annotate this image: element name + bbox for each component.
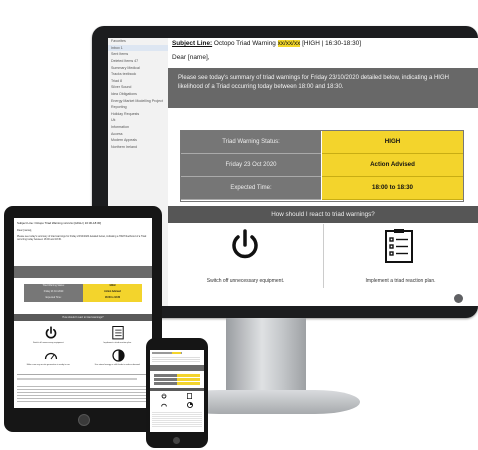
table-row: Expected Time: 18:00 to 18:30	[181, 177, 463, 200]
table-value-placeholder	[177, 382, 200, 385]
subject-date-highlight	[172, 352, 181, 354]
table-label-placeholder	[154, 382, 177, 385]
table-label-placeholder	[154, 378, 177, 381]
sidebar-item[interactable]: Deleted Items 47	[108, 58, 168, 65]
tablet-screen: Subject Line: Octopo Triad Warning xx/xx…	[14, 218, 152, 408]
pie-icon	[187, 402, 193, 408]
email-body: Subject Line: Octopo Triad Warning xx/xx…	[168, 38, 478, 306]
text-block-placeholder	[17, 386, 149, 404]
subject-prefix: Subject Line:	[172, 40, 213, 47]
table-row: Expected Time: 18:00 to 18:30	[24, 296, 142, 302]
checklist-icon	[187, 393, 192, 399]
checklist-icon	[112, 325, 124, 340]
sidebar-item[interactable]: Reporting	[108, 104, 168, 111]
tablet-caption: Use stored energy or shift loads to redu…	[94, 364, 141, 366]
checklist-icon	[384, 228, 414, 276]
sidebar-item[interactable]: Sent Items	[108, 51, 168, 58]
table-label: Triad Warning Status:	[24, 284, 83, 290]
table-value: HIGH	[83, 284, 142, 290]
sidebar-item[interactable]: Access	[108, 130, 168, 137]
subject-date-highlight: xx/xx/xx	[277, 40, 301, 47]
monitor-power-button[interactable]	[454, 294, 463, 303]
power-icon	[228, 228, 262, 276]
sidebar-item[interactable]: Energy Market Modelling Project	[108, 97, 168, 104]
tablet-caption: Make sure any on-site generation is read…	[26, 364, 71, 366]
table-row: Friday 23 Oct 2020 Action Advised	[181, 154, 463, 177]
table-value: 18:00 to 18:30	[83, 296, 142, 302]
sidebar-item[interactable]: Favorites	[108, 38, 168, 45]
phone-text-placeholder	[152, 412, 202, 428]
phone-intro-banner	[150, 365, 204, 371]
table-value: Action Advised	[83, 290, 142, 296]
table-label-placeholder	[154, 374, 177, 377]
sidebar-item[interactable]: Holiday Requests	[108, 111, 168, 118]
tablet-intro-banner	[14, 266, 152, 278]
tablet-subject: Subject Line: Octopo Triad Warning xx/xx…	[17, 221, 102, 225]
sidebar-item[interactable]: Silver Sound	[108, 84, 168, 91]
intro-text: Please see today's summary of triad warn…	[178, 75, 449, 90]
intro-banner: Please see today's summary of triad warn…	[168, 68, 478, 108]
table-label: Friday 23 Oct 2020	[24, 290, 83, 296]
react-heading: How should I react to triad warnings?	[168, 206, 478, 223]
table-value-placeholder	[177, 374, 200, 377]
phone-react-heading-bar	[150, 388, 204, 391]
table-row	[154, 382, 200, 386]
sidebar-item[interactable]: Modern Appeals	[108, 137, 168, 144]
table-row	[154, 378, 200, 382]
phone-home-button[interactable]	[173, 437, 180, 444]
table-value: 18:00 to 18:30	[322, 177, 463, 200]
table-label: Friday 23 Oct 2020	[181, 154, 321, 177]
tablet-intro: Please see today's summary of triad warn…	[17, 235, 147, 241]
sidebar-item[interactable]: Inbox 1	[108, 44, 168, 52]
monitor-screen: Favorites Inbox 1 Sent Items Deleted Ite…	[108, 38, 478, 306]
sidebar-item[interactable]: Summary Medical	[108, 64, 168, 71]
react-label: Implement a triad reaction plan.	[365, 278, 436, 284]
sidebar-item[interactable]: Tracks textbook	[108, 71, 168, 78]
table-value: HIGH	[322, 131, 463, 154]
table-label: Expected Time:	[181, 177, 321, 200]
table-row: Triad Warning Status: HIGH	[181, 131, 463, 154]
power-icon	[44, 326, 58, 340]
table-value: Action Advised	[322, 154, 463, 177]
react-label: Switch off unnecessary equipment.	[206, 278, 285, 284]
tablet-caption: Implement a triad reaction plan.	[103, 342, 132, 344]
table-value-placeholder	[177, 378, 200, 381]
subject-title: Octopo Triad Warning	[212, 40, 278, 47]
sidebar-item[interactable]: Information	[108, 124, 168, 131]
phone-intro-placeholder	[152, 357, 200, 363]
sidebar-item[interactable]: Uk	[108, 117, 168, 124]
email-greeting: Dear [name],	[172, 54, 210, 61]
divider	[17, 374, 149, 375]
pie-icon	[112, 349, 125, 362]
tablet-react-heading: How should I react to triad warnings?	[14, 314, 152, 321]
sidebar-item[interactable]: Triad 8	[108, 78, 168, 85]
email-subject: Subject Line: Octopo Triad Warning xx/xx…	[172, 40, 361, 47]
table-row	[154, 374, 200, 378]
triad-status-table: Triad Warning Status: HIGH Friday 23 Oct…	[180, 130, 464, 202]
table-label: Triad Warning Status:	[181, 131, 321, 154]
table-label: Expected Time:	[24, 296, 83, 302]
sidebar-item[interactable]: Idea Obligations	[108, 91, 168, 98]
phone-screen	[150, 350, 204, 432]
tablet-home-button[interactable]	[78, 414, 90, 426]
tablet-greeting: Dear [name],	[17, 229, 32, 232]
text-line-placeholder	[17, 378, 137, 380]
sidebar-item[interactable]: Northern Ireland	[108, 144, 168, 151]
subject-status: [HIGH | 16:30-18:30]	[300, 40, 361, 47]
gauge-icon	[161, 403, 167, 407]
monitor-stand-neck	[226, 318, 306, 398]
tablet-caption: Switch off unnecessary equipment.	[33, 342, 64, 344]
gauge-icon	[44, 351, 58, 360]
power-icon	[161, 393, 167, 399]
